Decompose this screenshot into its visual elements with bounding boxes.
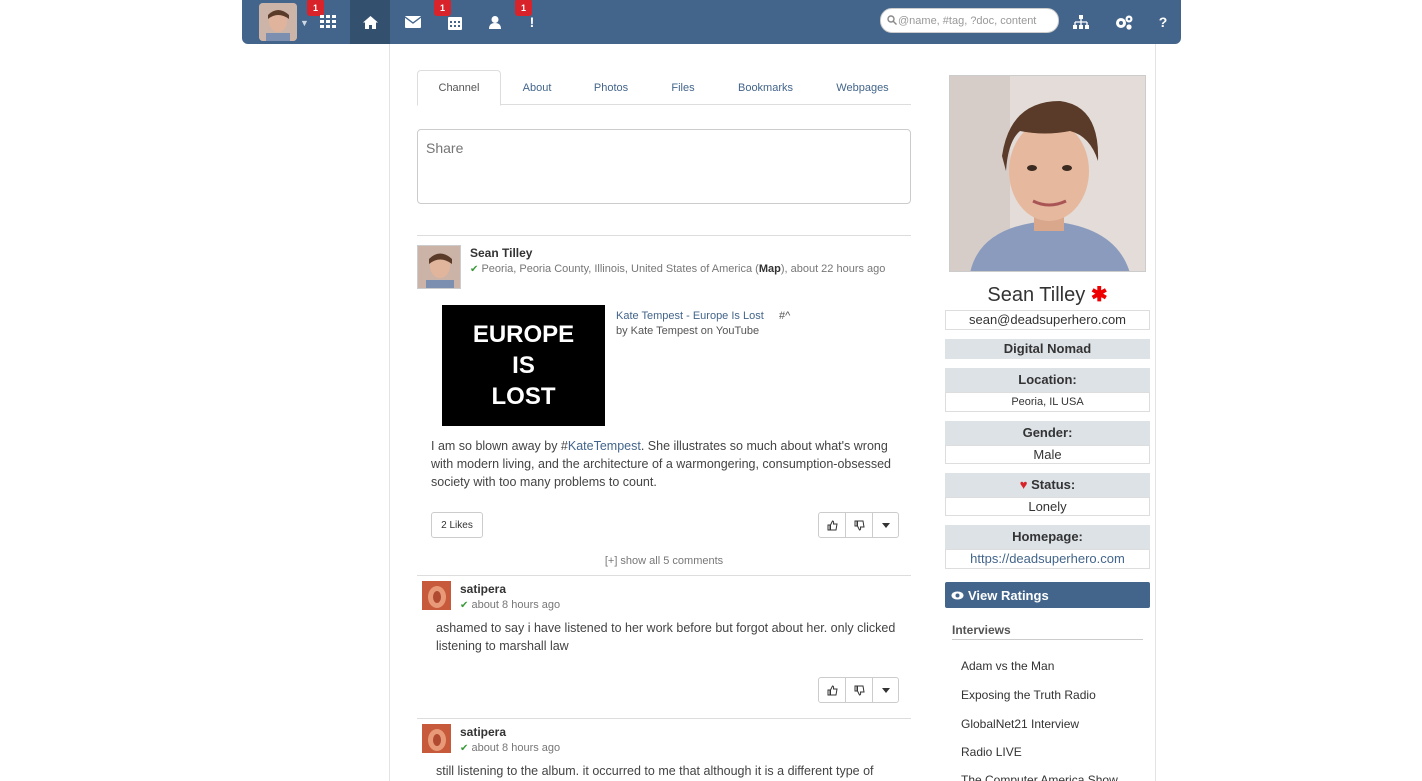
comment-avatar[interactable] — [422, 724, 451, 753]
interview-item[interactable]: Adam vs the Man — [961, 659, 1054, 673]
verified-check-icon: ✔ — [460, 743, 469, 754]
comment-meta: ✔ about 8 hours ago — [460, 742, 560, 754]
map-link[interactable]: Map — [759, 263, 781, 275]
status-label-row: ♥ Status: — [945, 473, 1150, 497]
video-thumb-line-3: LOST — [491, 383, 556, 410]
interview-item[interactable]: Radio LIVE — [961, 745, 1022, 759]
tab-webpages[interactable]: Webpages — [814, 70, 911, 105]
show-comments-link[interactable]: [+] show all 5 comments — [417, 555, 911, 567]
hashtag-link[interactable]: KateTempest — [568, 439, 641, 453]
comment-avatar[interactable] — [422, 581, 451, 610]
video-thumbnail[interactable]: EUROPE IS LOST — [442, 305, 605, 426]
video-thumb-line-2: IS — [512, 352, 535, 379]
post-time: ), about 22 hours ago — [780, 263, 886, 275]
channel-tabs: Channel About Photos Files Bookmarks Web… — [417, 70, 911, 106]
tab-photos[interactable]: Photos — [573, 70, 649, 105]
calendar-icon[interactable] — [437, 0, 473, 44]
homepage-label: Homepage: — [945, 525, 1150, 549]
thumbs-down-icon[interactable] — [846, 678, 873, 702]
search-input[interactable]: @name, #tag, ?doc, content — [880, 8, 1059, 33]
video-hash[interactable]: #^ — [779, 310, 790, 322]
share-input[interactable] — [417, 129, 911, 204]
comment-time: about 8 hours ago — [471, 599, 561, 611]
column-border-left — [389, 44, 390, 781]
tab-bookmarks[interactable]: Bookmarks — [717, 70, 814, 105]
video-title-link[interactable]: Kate Tempest - Europe Is Lost — [616, 310, 764, 322]
thumbs-down-icon[interactable] — [846, 513, 873, 537]
post-location: Peoria, Peoria County, Illinois, United … — [481, 263, 759, 275]
comment-text: ashamed to say i have listened to her wo… — [436, 621, 896, 653]
video-byline: by Kate Tempest on YouTube — [616, 325, 760, 337]
post-meta: ✔ Peoria, Peoria County, Illinois, Unite… — [470, 263, 885, 275]
gender-label: Gender: — [945, 421, 1150, 445]
interview-item[interactable]: The Computer America Show — [961, 773, 1118, 781]
verified-check-icon: ✔ — [460, 600, 469, 611]
profile-name: Sean Tilley ✱ — [945, 282, 1150, 307]
post-divider — [417, 235, 911, 236]
eye-icon — [951, 591, 964, 599]
interview-item[interactable]: GlobalNet21 Interview — [961, 717, 1079, 731]
exclamation-icon[interactable]: ! — [514, 0, 550, 44]
heart-icon: ♥ — [1019, 477, 1028, 492]
view-ratings-label: View Ratings — [968, 587, 1049, 603]
comment-divider — [417, 718, 911, 719]
status-value: Lonely — [945, 497, 1150, 516]
location-label: Location: — [945, 368, 1150, 392]
comment-author[interactable]: satipera — [460, 725, 506, 739]
post-body-text-1: I am so blown away by # — [431, 439, 568, 453]
profile-photo[interactable] — [949, 75, 1146, 272]
search-placeholder: @name, #tag, ?doc, content — [898, 14, 1037, 27]
column-border-right — [1155, 44, 1156, 781]
asterisk-icon: ✱ — [1090, 284, 1108, 306]
apps-grid-icon[interactable] — [310, 0, 346, 44]
profile-email: sean@deadsuperhero.com — [945, 310, 1150, 330]
sitemap-icon[interactable] — [1063, 0, 1099, 44]
comment-text: still listening to the album. it occurre… — [436, 764, 874, 778]
chevron-down-icon[interactable]: ▼ — [300, 18, 309, 28]
location-value: Peoria, IL USA — [945, 392, 1150, 412]
interviews-title: Interviews — [952, 623, 1143, 640]
profile-name-text: Sean Tilley — [987, 284, 1086, 306]
caret-down-icon[interactable] — [873, 678, 898, 702]
comment-meta: ✔ about 8 hours ago — [460, 599, 560, 611]
mail-icon[interactable] — [395, 0, 431, 44]
comment-time: about 8 hours ago — [471, 742, 561, 754]
status-label: Status: — [1031, 477, 1076, 492]
profile-title: Digital Nomad — [945, 339, 1150, 359]
comment-actions — [818, 677, 899, 703]
home-icon[interactable] — [350, 0, 390, 44]
post-body: I am so blown away by #KateTempest. She … — [431, 437, 901, 491]
gender-value: Male — [945, 445, 1150, 464]
post-author-name[interactable]: Sean Tilley — [470, 246, 532, 260]
tab-about[interactable]: About — [501, 70, 573, 105]
thumbs-up-icon[interactable] — [819, 513, 846, 537]
user-avatar[interactable] — [259, 3, 297, 41]
post-actions — [818, 512, 899, 538]
post-author-avatar[interactable] — [417, 245, 461, 289]
search-icon — [887, 15, 897, 25]
gears-icon[interactable] — [1106, 0, 1142, 44]
thumbs-up-icon[interactable] — [819, 678, 846, 702]
likes-button[interactable]: 2 Likes — [431, 512, 483, 538]
comments-divider — [417, 575, 911, 576]
tab-channel[interactable]: Channel — [417, 70, 501, 106]
tab-files[interactable]: Files — [649, 70, 717, 105]
homepage-link[interactable]: https://deadsuperhero.com — [945, 549, 1150, 569]
comment-author[interactable]: satipera — [460, 582, 506, 596]
view-ratings-button[interactable]: View Ratings — [945, 582, 1150, 608]
user-icon[interactable] — [477, 0, 513, 44]
help-icon[interactable]: ? — [1145, 0, 1181, 44]
video-thumb-line-1: EUROPE — [472, 321, 575, 348]
caret-down-icon[interactable] — [873, 513, 898, 537]
interview-item[interactable]: Exposing the Truth Radio — [961, 688, 1096, 702]
top-navbar: ▼ 1 1 1 ! @name, #tag, ?doc, content ? — [242, 0, 1181, 44]
verified-check-icon: ✔ — [470, 264, 479, 275]
